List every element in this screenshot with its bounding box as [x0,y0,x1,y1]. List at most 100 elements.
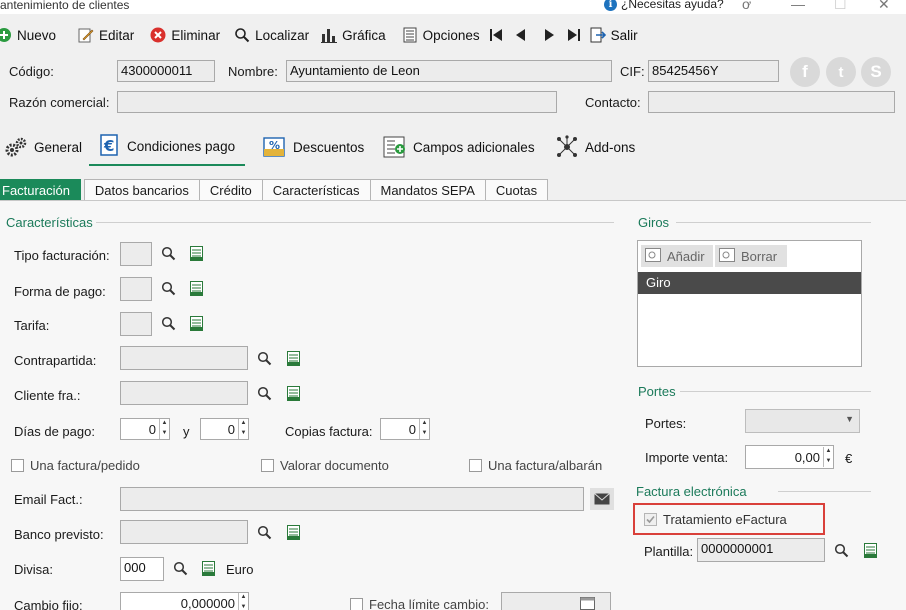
valorar-documento-label: Valorar documento [280,458,389,473]
localizar-label: Localizar [255,27,310,43]
contrapartida-field[interactable] [120,346,248,370]
spin-arrows-icon[interactable]: ▲ ▼ [238,419,248,439]
search-icon[interactable] [256,350,272,366]
importe-venta-stepper[interactable]: 0,00 ▲ ▼ [745,445,834,469]
una-factura-albaran-checkbox[interactable] [469,459,482,472]
twitter-icon[interactable]: t [826,57,856,87]
tab-facturacion[interactable]: Facturación [0,179,81,200]
facebook-icon[interactable]: f [790,57,820,87]
dias-pago-1-stepper[interactable]: 0 ▲ ▼ [120,418,170,440]
skype-icon[interactable]: S [861,57,891,87]
una-factura-pedido-checkbox[interactable] [11,459,24,472]
dias-pago-2-stepper[interactable]: 0 ▲ ▼ [200,418,249,440]
plantilla-field[interactable]: 0000000001 [697,538,825,562]
cambio-value: 0,000000 [180,595,235,610]
eliminar-button[interactable]: Eliminar [150,21,228,49]
add-fields-icon [383,135,407,159]
tab-descuentos[interactable]: % Descuentos [253,128,374,166]
last-record-button[interactable] [566,21,590,49]
help-label: ¿Necesitas ayuda? [621,0,724,11]
sheet-icon[interactable] [862,542,878,558]
tab-general-label: General [34,139,83,155]
tab-caracteristicas[interactable]: Características [261,179,371,200]
title-bar: antenimiento de clientes i ¿Necesitas ay… [0,0,906,14]
banco-previsto-label: Banco previsto: [14,527,104,542]
sheet-icon[interactable] [188,245,204,261]
next-record-button[interactable] [542,21,566,49]
tab-datos-bancarios[interactable]: Datos bancarios [83,179,200,200]
sheet-icon[interactable] [200,560,216,576]
window-title: antenimiento de clientes [0,0,130,12]
cliente-fra-field[interactable] [120,381,248,405]
close-button[interactable]: ✕ [878,0,890,13]
contacto-label: Contacto: [585,95,641,110]
codigo-field[interactable]: 4300000011 [117,60,215,82]
email-fact-field[interactable] [120,487,584,511]
tab-mandatos-sepa[interactable]: Mandatos SEPA [369,179,486,200]
portes-select[interactable]: ▼ [745,409,860,433]
search-icon[interactable] [833,542,849,558]
factura-electronica-rule [778,491,871,492]
mail-icon[interactable] [590,488,614,510]
editar-button[interactable]: Editar [78,21,142,49]
tab-campos-adicionales[interactable]: Campos adicionales [373,128,545,166]
spin-arrows-icon[interactable]: ▲ ▼ [419,419,429,439]
help-link[interactable]: i ¿Necesitas ayuda? [604,0,724,11]
sheet-icon[interactable] [188,315,204,331]
tab-credito[interactable]: Crédito [198,179,263,200]
calendar-icon[interactable] [580,595,596,610]
banco-previsto-field[interactable] [120,520,248,544]
nombre-field[interactable]: Ayuntamiento de Leon [286,60,612,82]
search-icon[interactable] [160,315,176,331]
previous-record-button[interactable] [512,21,536,49]
search-icon[interactable] [256,524,272,540]
localizar-button[interactable]: Localizar [234,21,317,49]
borrar-button[interactable]: Borrar [715,245,787,267]
currency-label: € [845,451,853,466]
first-record-button[interactable] [488,21,512,49]
tab-condiciones-pago[interactable]: € Condiciones pago [89,128,246,166]
cliente-fra-label: Cliente fra.: [14,388,81,403]
minimize-button[interactable]: — [791,0,805,12]
search-icon[interactable] [160,245,176,261]
search-icon[interactable] [256,385,272,401]
caracteristicas-title: Características [6,215,93,230]
tab-general[interactable]: General [0,128,92,166]
sheet-icon[interactable] [188,280,204,296]
giros-list: Añadir Borrar Giro [637,240,862,367]
importe-value: 0,00 [794,449,820,465]
tab-cuotas[interactable]: Cuotas [484,179,549,200]
forma-pago-field[interactable] [120,277,152,301]
cambio-fijo-stepper[interactable]: 0,000000 ▲ ▼ [120,592,249,610]
copias-factura-stepper[interactable]: 0 ▲ ▼ [380,418,430,440]
grafica-button[interactable]: Gráfica [321,21,394,49]
search-icon[interactable] [160,280,176,296]
spin-arrows-icon[interactable]: ▲ ▼ [238,593,248,610]
anadir-button[interactable]: Añadir [641,245,713,267]
divisa-label: Divisa: [14,562,54,577]
euro-icon: € [99,134,121,158]
dias-pago-label: Días de pago: [14,424,95,439]
fecha-limite-checkbox[interactable] [350,598,363,610]
tipo-facturacion-field[interactable] [120,242,152,266]
divisa-field[interactable]: 000 [120,557,164,581]
sheet-icon[interactable] [285,385,301,401]
spin-arrows-icon[interactable]: ▲ ▼ [159,419,169,439]
copias-value: 0 [408,421,416,437]
spin-arrows-icon[interactable]: ▲ ▼ [823,447,833,467]
contacto-field[interactable] [648,91,895,113]
razon-field[interactable] [117,91,557,113]
giro-column-header[interactable]: Giro [638,272,861,294]
search-icon[interactable] [172,560,188,576]
sheet-icon[interactable] [285,350,301,366]
salir-button[interactable]: Salir [590,21,646,49]
sheet-icon[interactable] [285,524,301,540]
cif-field[interactable]: 85425456Y [648,60,779,82]
opciones-button[interactable]: Opciones [402,21,488,49]
highlight-box [633,503,825,535]
nuevo-button[interactable]: Nuevo [0,21,64,49]
valorar-documento-checkbox[interactable] [261,459,274,472]
tarifa-field[interactable] [120,312,152,336]
tab-add-ons[interactable]: Add-ons [545,128,645,166]
maximize-button[interactable]: ☐ [834,0,847,13]
